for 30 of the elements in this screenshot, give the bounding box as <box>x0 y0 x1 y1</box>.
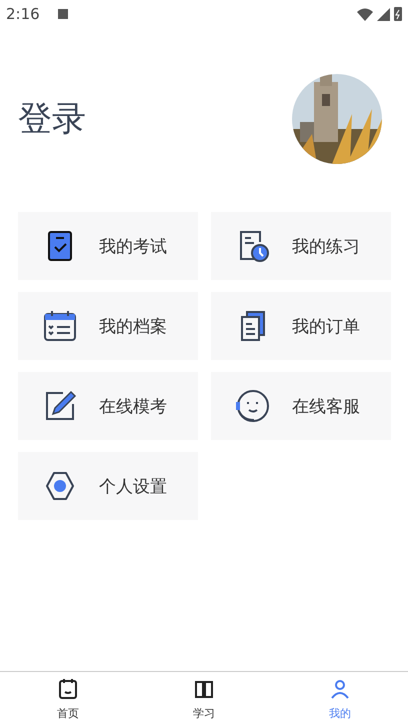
menu-card[interactable]: 我的档案 <box>18 292 198 360</box>
menu-card[interactable]: 在线模考 <box>18 372 198 440</box>
smiley-box-icon <box>57 678 79 700</box>
nav-tab[interactable]: 学习 <box>136 672 272 727</box>
settings-icon <box>43 469 77 503</box>
menu-card[interactable]: 我的练习 <box>211 212 391 280</box>
status-time: 2:16 <box>6 5 40 23</box>
menu-label: 我的档案 <box>99 316 167 338</box>
menu-card[interactable]: 个人设置 <box>18 452 198 520</box>
menu-card[interactable]: 我的订单 <box>211 292 391 360</box>
headset-smile-icon <box>236 389 270 423</box>
menu-label: 我的考试 <box>99 236 167 258</box>
calendar-list-icon <box>43 309 77 343</box>
edit-icon <box>43 389 77 423</box>
person-icon <box>329 678 351 700</box>
menu-label: 我的练习 <box>292 236 360 258</box>
signal-icon <box>377 8 390 20</box>
menu-label: 在线模考 <box>99 396 167 418</box>
nav-tab[interactable]: 首页 <box>0 672 136 727</box>
menu-label: 在线客服 <box>292 396 360 418</box>
page-title: 登录 <box>18 98 86 141</box>
menu-label: 我的订单 <box>292 316 360 338</box>
menu-label: 个人设置 <box>99 476 167 498</box>
book-icon <box>193 678 215 700</box>
notification-icon <box>58 9 68 19</box>
wifi-icon <box>357 8 373 20</box>
battery-icon <box>394 7 402 21</box>
nav-tab[interactable]: 我的 <box>272 672 408 727</box>
menu-card[interactable]: 我的考试 <box>18 212 198 280</box>
menu-card[interactable]: 在线客服 <box>211 372 391 440</box>
